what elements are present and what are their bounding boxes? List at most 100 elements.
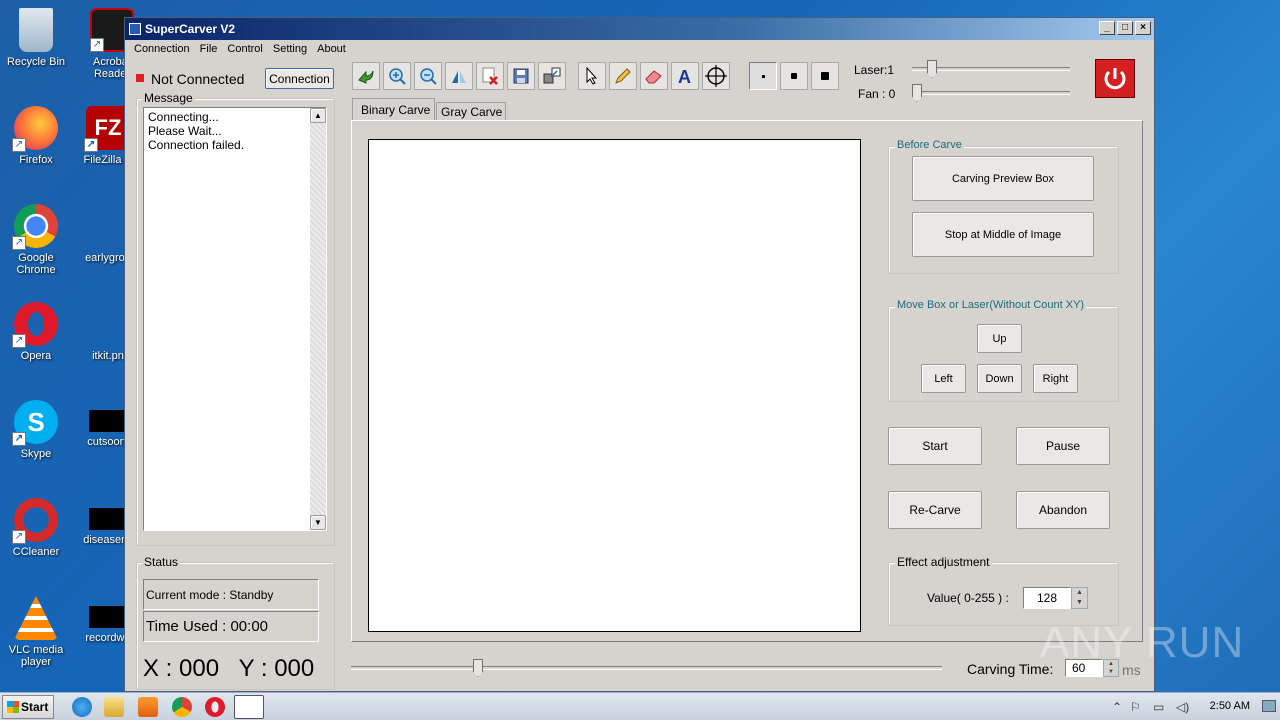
desktop-icon-chrome[interactable]: ↗ Google Chrome [0,204,72,276]
spin-up-icon[interactable]: ▲ [1072,588,1087,598]
video-thumbnail-icon [89,606,127,628]
minimize-button[interactable]: _ [1099,21,1115,35]
mirror-icon[interactable] [445,62,473,90]
select-pointer-icon[interactable] [578,62,606,90]
close-button[interactable]: × [1135,21,1151,35]
stop-middle-image-button[interactable]: Stop at Middle of Image [912,212,1094,257]
effect-spinner[interactable]: ▲ ▼ [1071,587,1088,609]
desktop-icon-label: CCleaner [12,546,60,558]
supercarver-taskbar-icon[interactable] [234,695,264,719]
zoom-out-icon[interactable] [414,62,442,90]
desktop-icon-firefox[interactable]: ↗ Firefox [0,106,72,166]
menu-connection[interactable]: Connection [129,43,195,55]
tab-binary-carve[interactable]: Binary Carve [352,98,435,121]
move-right-button[interactable]: Right [1033,364,1078,393]
move-left-button[interactable]: Left [921,364,966,393]
message-list: Connecting... Please Wait... Connection … [143,107,327,531]
carve-canvas[interactable] [368,139,861,632]
tab-gray-carve[interactable]: Gray Carve [436,102,506,121]
recarve-button[interactable]: Re-Carve [888,491,982,529]
current-mode: Current mode : Standby [143,579,319,610]
pause-button[interactable]: Pause [1016,427,1110,465]
menu-setting[interactable]: Setting [268,43,312,55]
dot-medium-icon[interactable] [780,62,808,90]
move-down-button[interactable]: Down [977,364,1022,393]
video-thumbnail-icon [89,508,127,530]
desktop-icon-label: Recycle Bin [6,56,66,68]
dot-large-icon[interactable] [811,62,839,90]
save-icon[interactable] [507,62,535,90]
message-scrollbar[interactable]: ▲ ▼ [310,108,326,530]
fan-slider[interactable] [912,84,922,102]
power-button[interactable] [1095,59,1135,98]
desktop-icon-ccleaner[interactable]: ↗ CCleaner [0,498,72,558]
effect-label: Value( 0-255 ) : [927,591,1009,605]
show-desktop-icon[interactable] [1262,700,1276,712]
desktop-icon-vlc[interactable]: VLC media player [0,596,72,668]
ccleaner-icon: ↗ [12,498,58,544]
network-icon[interactable]: ▭ [1153,700,1164,714]
chrome-taskbar-icon[interactable] [172,697,192,717]
start-button[interactable]: Start [888,427,982,465]
explorer-icon[interactable] [104,697,124,717]
status-dot [136,74,144,82]
svg-text:A: A [678,67,691,86]
resize-icon[interactable] [538,62,566,90]
effect-title: Effect adjustment [895,555,992,569]
opera-taskbar-icon[interactable] [205,697,225,717]
vlc-icon [14,596,58,640]
effect-value-input[interactable]: 128 [1023,587,1071,609]
ie-icon[interactable] [72,697,92,717]
position-slider-track [351,666,942,670]
xy-coordinates: X : 000 Y : 000 [143,655,315,682]
media-player-icon[interactable] [138,697,158,717]
desktop-icon-skype[interactable]: S ↗ Skype [0,400,72,460]
scroll-up-arrow-icon[interactable]: ▲ [310,108,326,123]
desktop-icon-label: Skype [20,448,52,460]
desktop-icon-label: Google Chrome [16,252,56,276]
delete-image-icon[interactable] [476,62,504,90]
message-title: Message [142,91,195,105]
windows-logo-icon [7,701,19,713]
scroll-down-arrow-icon[interactable]: ▼ [310,515,326,530]
laser-label: Laser:1 [854,63,895,77]
dot-small-icon[interactable] [749,62,777,90]
watermark: ANY RUN [1040,618,1245,667]
desktop-icon-label: VLC media player [8,644,64,668]
desktop-icon-label: Firefox [19,154,53,166]
text-tool-icon[interactable]: A [671,62,699,90]
move-up-button[interactable]: Up [977,324,1022,353]
title-bar: SuperCarver V2 _ □ × [125,18,1154,40]
zoom-in-icon[interactable] [383,62,411,90]
crosshair-icon[interactable] [702,62,730,90]
menu-file[interactable]: File [195,43,223,55]
desktop-icon-opera[interactable]: ↗ Opera [0,302,72,362]
connection-button[interactable]: Connection [265,68,334,89]
volume-icon[interactable]: ◁) [1176,700,1189,714]
fan-label: Fan : 0 [858,87,896,101]
open-image-icon[interactable] [352,62,380,90]
abandon-button[interactable]: Abandon [1016,491,1110,529]
menu-control[interactable]: Control [222,43,267,55]
carving-preview-box-button[interactable]: Carving Preview Box [912,156,1094,201]
supercarver-window: SuperCarver V2 _ □ × Connection File Con… [124,17,1155,692]
spin-down-icon[interactable]: ▼ [1072,598,1087,608]
desktop-icon-recycle-bin[interactable]: Recycle Bin [0,8,72,68]
pencil-icon[interactable] [609,62,637,90]
menu-bar: Connection File Control Setting About [125,40,1154,58]
maximize-button[interactable]: □ [1117,21,1133,35]
recycle-bin-icon [19,8,53,52]
taskbar: Start ⌃ ⚐ ▭ ◁) 2:50 AM [0,692,1280,720]
clock[interactable]: 2:50 AM [1210,700,1250,712]
eraser-icon[interactable] [640,62,668,90]
flag-icon[interactable]: ⚐ [1130,700,1141,714]
menu-about[interactable]: About [312,43,351,55]
position-slider[interactable] [473,659,483,677]
firefox-icon: ↗ [12,106,58,152]
message-line: Connection failed. [148,138,245,152]
move-box-title: Move Box or Laser(Without Count XY) [895,299,1087,311]
laser-slider[interactable] [927,60,937,78]
start-button-taskbar[interactable]: Start [2,695,54,719]
power-icon [1104,67,1126,89]
tray-expand-icon[interactable]: ⌃ [1112,700,1122,714]
